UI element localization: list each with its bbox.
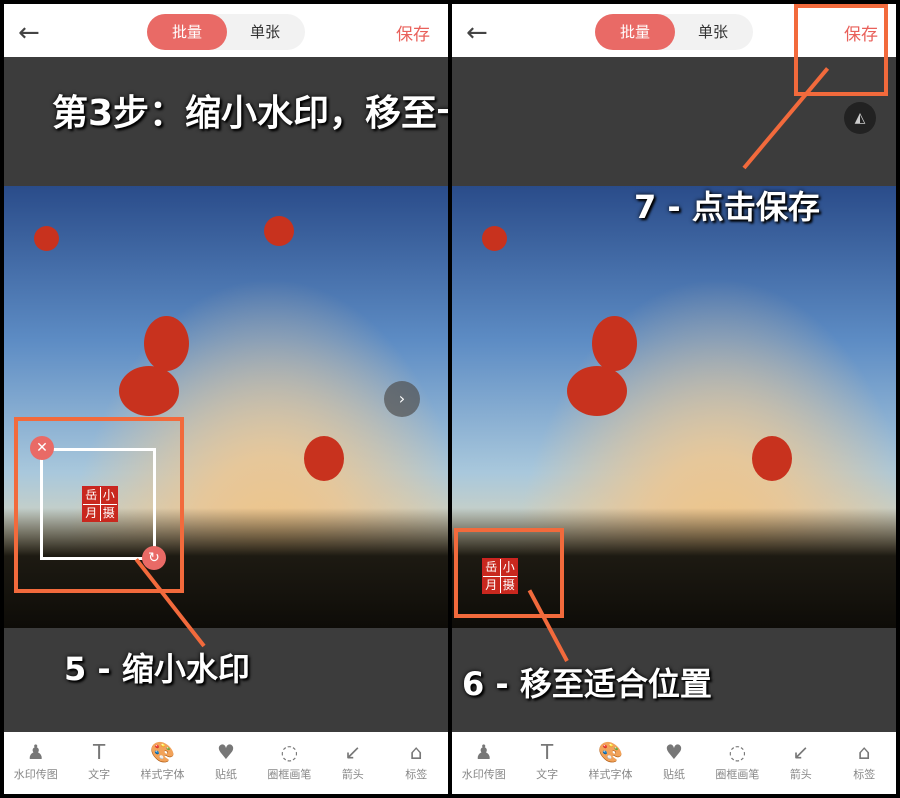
brush-icon: ◌ bbox=[280, 740, 299, 764]
toolbar-label: 圈框画笔 bbox=[267, 768, 312, 781]
annotation-box-save bbox=[794, 4, 888, 96]
back-arrow-icon[interactable]: ← bbox=[466, 18, 488, 48]
text-icon: T bbox=[541, 740, 554, 764]
toolbar-item[interactable]: T 文字 bbox=[518, 740, 576, 794]
tab-batch[interactable]: 批量 bbox=[595, 14, 675, 50]
toolbar-item[interactable]: ◌ 圈框画笔 bbox=[260, 740, 318, 794]
toolbar-item[interactable]: T 文字 bbox=[70, 740, 128, 794]
tab-batch[interactable]: 批量 bbox=[147, 14, 227, 50]
caption-step6: 6 - 移至适合位置 bbox=[462, 665, 712, 703]
tag-icon: ⌂ bbox=[409, 740, 423, 764]
palette-icon: 🎨 bbox=[150, 740, 175, 764]
toolbar-label: 水印传图 bbox=[461, 768, 506, 781]
toolbar-label: 标签 bbox=[853, 768, 876, 781]
toolbar-item[interactable]: ♟ 水印传图 bbox=[7, 740, 65, 794]
toolbar-label: 标签 bbox=[405, 768, 428, 781]
toolbar-label: 箭头 bbox=[341, 768, 364, 781]
toolbar-item[interactable]: ↙ 箭头 bbox=[324, 740, 382, 794]
tag-icon: ⌂ bbox=[857, 740, 871, 764]
palette-icon: 🎨 bbox=[598, 740, 623, 764]
toolbar-item[interactable]: ♥ 贴纸 bbox=[645, 740, 703, 794]
toolbar-label: 贴纸 bbox=[662, 768, 685, 781]
text-icon: T bbox=[93, 740, 106, 764]
caption-step3: 第3步：缩小水印，移至一角 bbox=[52, 93, 448, 134]
arrow-icon: ↙ bbox=[792, 740, 810, 764]
toolbar-label: 文字 bbox=[88, 768, 111, 781]
back-arrow-icon[interactable]: ← bbox=[18, 18, 40, 48]
tab-single[interactable]: 单张 bbox=[225, 14, 305, 50]
left-screen: ← 批量 单张 保存 › ✕ ↻ 岳小月摄 第3步：缩小水印，移至一角 5 - … bbox=[4, 4, 448, 794]
brush-icon: ◌ bbox=[728, 740, 747, 764]
toolbar: ♟ 水印传图 T 文字 🎨 样式字体 ♥ 贴纸 ◌ 圈框画笔 ↙ 箭头 ⌂ 标签 bbox=[452, 732, 896, 794]
mode-toggle: 批量 单张 bbox=[147, 14, 305, 50]
arrow-icon: ↙ bbox=[344, 740, 362, 764]
tab-single[interactable]: 单张 bbox=[673, 14, 753, 50]
mode-toggle: 批量 单张 bbox=[595, 14, 753, 50]
annotation-box bbox=[454, 528, 564, 618]
annotation-arrow bbox=[742, 67, 830, 170]
header: ← 批量 单张 保存 bbox=[4, 4, 448, 57]
annotation-box bbox=[14, 417, 184, 593]
sticker-icon: ♥ bbox=[665, 740, 683, 764]
stamp-icon: ♟ bbox=[26, 740, 45, 764]
toolbar-item[interactable]: ⌂ 标签 bbox=[835, 740, 893, 794]
toolbar-item[interactable]: ⌂ 标签 bbox=[387, 740, 445, 794]
caption-step5: 5 - 缩小水印 bbox=[64, 650, 250, 688]
sticker-icon: ♥ bbox=[217, 740, 235, 764]
toolbar-item[interactable]: ♟ 水印传图 bbox=[455, 740, 513, 794]
toolbar-item[interactable]: ♥ 贴纸 bbox=[197, 740, 255, 794]
toolbar-item[interactable]: 🎨 样式字体 bbox=[582, 740, 640, 794]
caption-step7: 7 - 点击保存 bbox=[634, 188, 820, 226]
next-arrow-icon[interactable]: › bbox=[384, 381, 420, 417]
right-screen: ← 批量 单张 保存 ◭ 岳小月摄 7 - 点击保存 6 - 移至适合位置 ♟ 水… bbox=[452, 4, 896, 794]
flip-icon[interactable]: ◭ bbox=[844, 102, 876, 134]
toolbar-item[interactable]: 🎨 样式字体 bbox=[134, 740, 192, 794]
toolbar-label: 箭头 bbox=[789, 768, 812, 781]
toolbar-label: 文字 bbox=[536, 768, 559, 781]
toolbar-label: 样式字体 bbox=[140, 768, 185, 781]
save-button[interactable]: 保存 bbox=[396, 20, 430, 45]
toolbar-label: 水印传图 bbox=[13, 768, 58, 781]
toolbar-item[interactable]: ↙ 箭头 bbox=[772, 740, 830, 794]
toolbar-label: 圈框画笔 bbox=[715, 768, 760, 781]
toolbar: ♟ 水印传图 T 文字 🎨 样式字体 ♥ 贴纸 ◌ 圈框画笔 ↙ 箭头 ⌂ 标签 bbox=[4, 732, 448, 794]
toolbar-label: 贴纸 bbox=[214, 768, 237, 781]
toolbar-label: 样式字体 bbox=[588, 768, 633, 781]
stamp-icon: ♟ bbox=[474, 740, 493, 764]
toolbar-item[interactable]: ◌ 圈框画笔 bbox=[708, 740, 766, 794]
